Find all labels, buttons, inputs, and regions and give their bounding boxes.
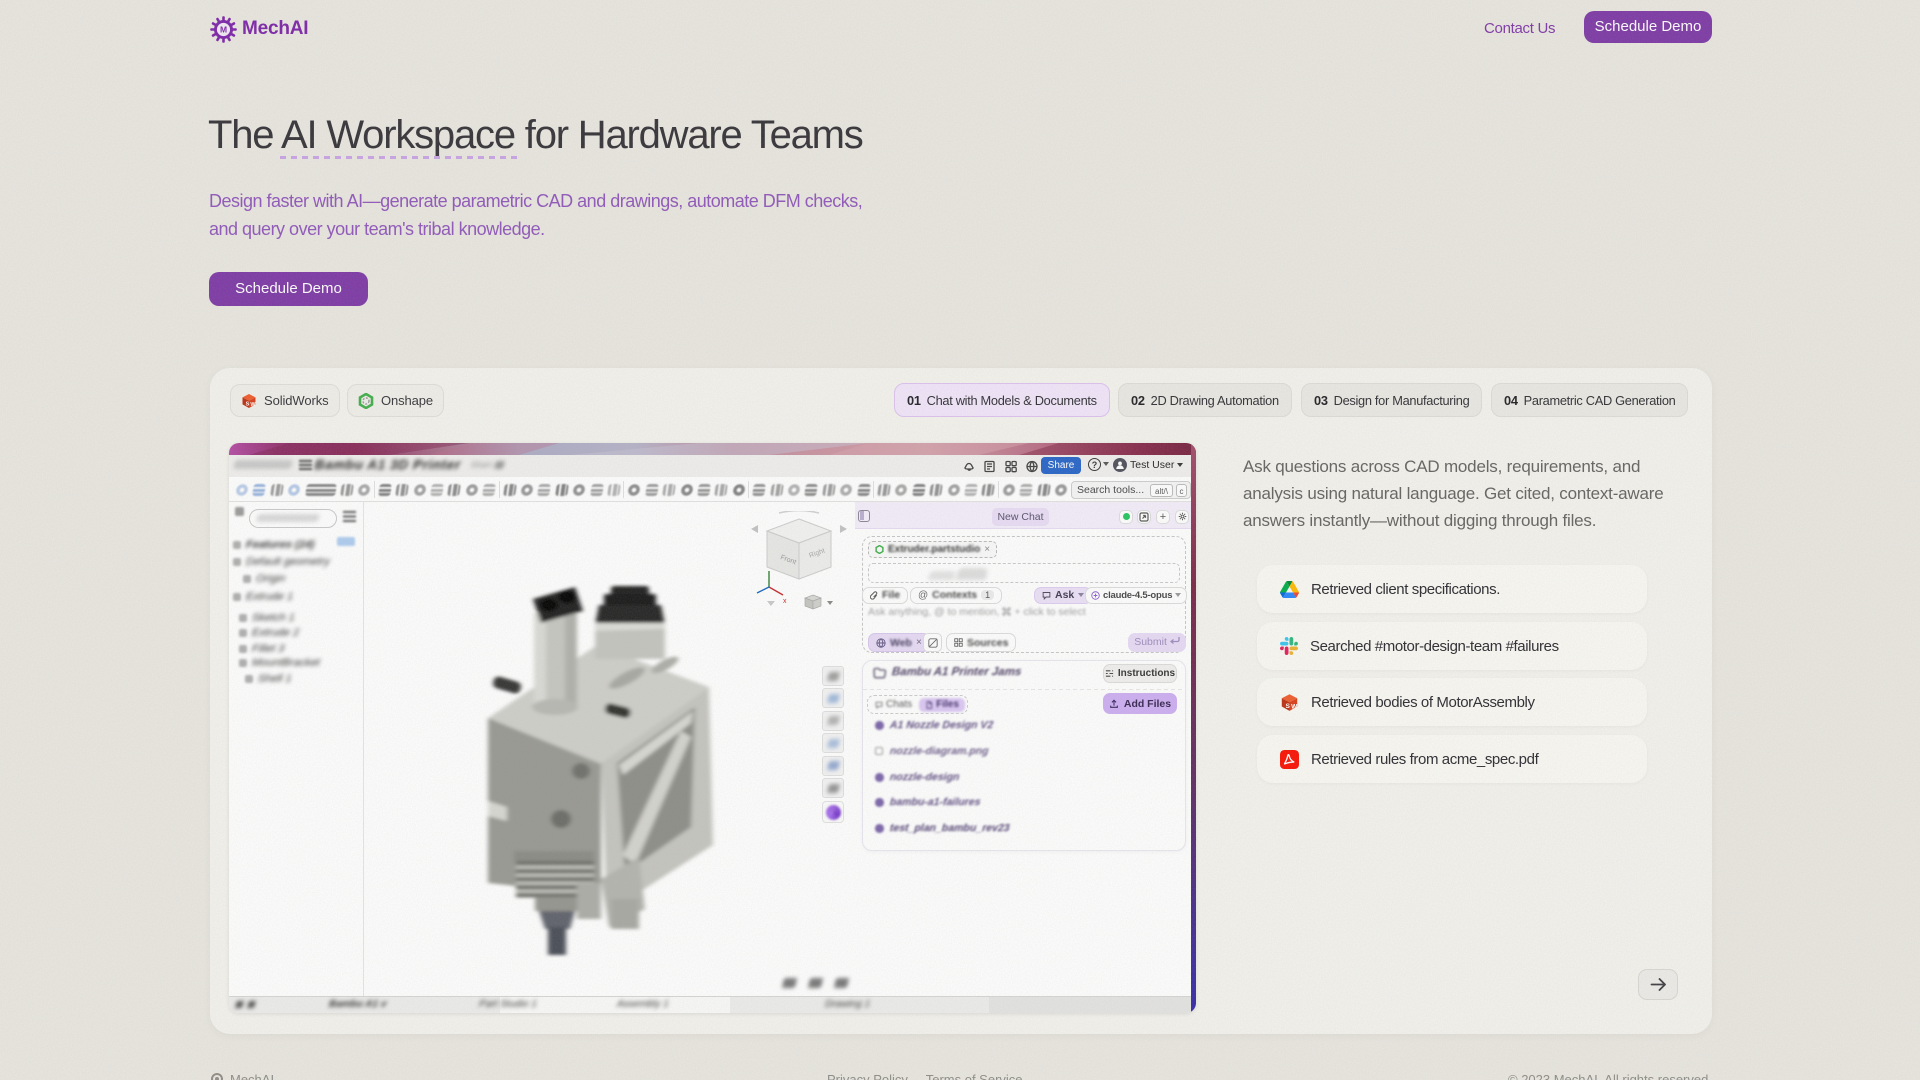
svg-text:x: x [783, 598, 787, 605]
svg-text:M: M [220, 25, 227, 35]
svg-text:S: S [246, 401, 250, 407]
